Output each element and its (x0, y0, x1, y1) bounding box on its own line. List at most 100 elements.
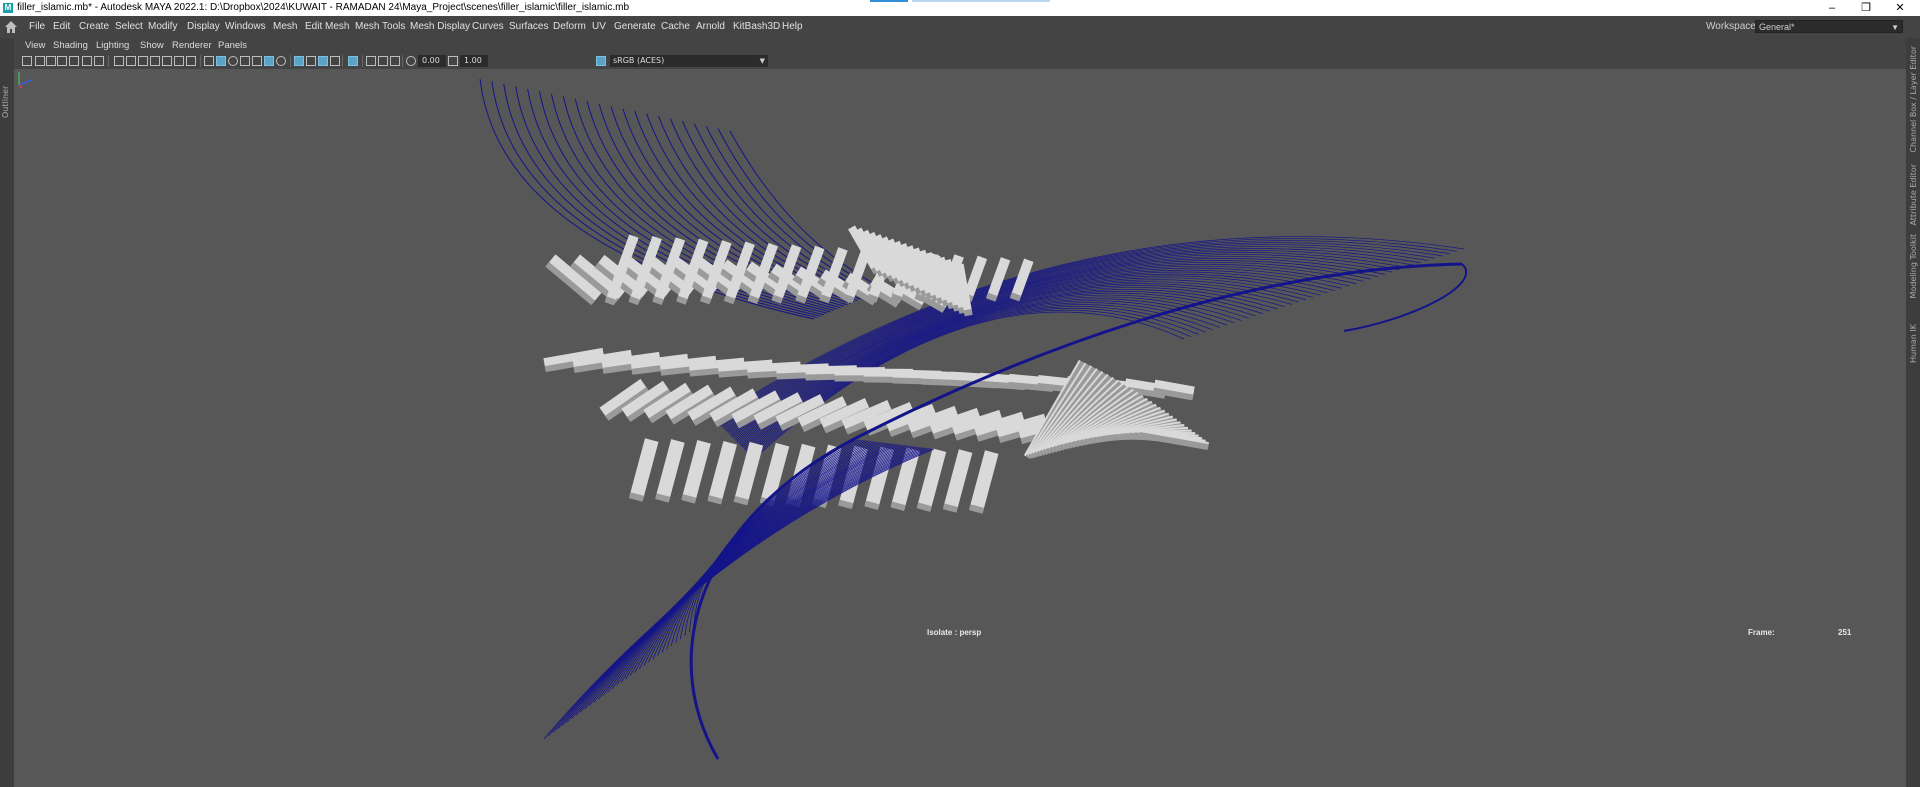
mesh-block (681, 440, 711, 504)
mesh-block (707, 440, 737, 505)
backface-culling-icon[interactable] (330, 56, 340, 66)
wireframe-icon[interactable] (204, 56, 214, 66)
right-tab-strip: Channel Box / Layer Editor Attribute Edi… (1906, 38, 1920, 787)
toolbar-separator (200, 55, 201, 67)
toolbar-separator (290, 55, 291, 67)
menu-uv[interactable]: UV (592, 16, 606, 38)
menu-deform[interactable]: Deform (553, 16, 586, 38)
mesh-block (655, 439, 685, 503)
film-gate-icon[interactable] (126, 56, 136, 66)
heads-up-display-icon[interactable] (366, 56, 376, 66)
axis-gizmo (18, 72, 32, 89)
xray-active-components-icon[interactable] (306, 56, 316, 66)
2d-pan-zoom-icon[interactable] (82, 56, 92, 66)
select-camera-icon[interactable] (22, 56, 32, 66)
panel-menu-lighting[interactable]: Lighting (96, 38, 129, 53)
frame-selection-icon[interactable] (378, 56, 388, 66)
bookmarks-icon[interactable] (46, 56, 56, 66)
exposure-icon[interactable] (406, 56, 416, 66)
xray-icon[interactable] (294, 56, 304, 66)
menu-create[interactable]: Create (79, 16, 109, 38)
smooth-shade-icon[interactable] (216, 56, 226, 66)
curve-line (648, 441, 879, 663)
toolbar-separator (342, 55, 343, 67)
curve-line (1343, 263, 1468, 332)
chevron-down-icon: ▼ (759, 57, 765, 65)
close-button[interactable]: ✕ (1880, 0, 1920, 16)
color-space-value: sRGB (ACES) (613, 56, 665, 65)
main-menu-bar: File Edit Create Select Modify Display W… (0, 16, 1920, 38)
camera-attributes-icon[interactable] (35, 56, 45, 66)
channel-box-tab[interactable]: Channel Box / Layer Editor (1909, 46, 1918, 153)
toolbar-separator (402, 55, 403, 67)
gamma-icon[interactable] (448, 56, 458, 66)
resolution-gate-icon[interactable] (138, 56, 148, 66)
menu-cache[interactable]: Cache (661, 16, 690, 38)
panel-menu-show[interactable]: Show (140, 38, 164, 53)
viewport-toolbar: 0.00 1.00 sRGB (ACES) ▼ (14, 53, 1906, 69)
exposure-field[interactable]: 0.00 (418, 55, 446, 67)
menu-curves[interactable]: Curves (472, 16, 504, 38)
use-all-lights-icon[interactable] (252, 56, 262, 66)
menu-edit-mesh[interactable]: Edit Mesh (305, 16, 349, 38)
menu-edit[interactable]: Edit (53, 16, 70, 38)
menu-kitbash3d[interactable]: KitBash3D (733, 16, 780, 38)
title-highlight-2 (912, 0, 1050, 2)
camera-lock-icon[interactable] (390, 56, 400, 66)
menu-surfaces[interactable]: Surfaces (509, 16, 548, 38)
panel-menu-panels[interactable]: Panels (218, 38, 247, 53)
toolbar-separator (362, 55, 363, 67)
gamma-field[interactable]: 1.00 (460, 55, 488, 67)
field-chart-icon[interactable] (162, 56, 172, 66)
attribute-editor-tab[interactable]: Attribute Editor (1909, 164, 1918, 226)
menu-help[interactable]: Help (782, 16, 803, 38)
screen-space-ao-icon[interactable] (276, 56, 286, 66)
color-management-icon[interactable] (596, 56, 606, 66)
isolate-label: Isolate : persp (927, 628, 982, 637)
viewport-persp[interactable]: Isolate : persp Frame: 251 (14, 69, 1906, 787)
left-tab-strip: Outliner (0, 38, 14, 787)
safe-action-icon[interactable] (174, 56, 184, 66)
workspace-value: General* (1759, 22, 1795, 32)
menu-file[interactable]: File (29, 16, 45, 38)
textured-icon[interactable] (240, 56, 250, 66)
home-icon[interactable] (4, 20, 18, 34)
mesh-block (942, 449, 973, 513)
default-material-icon[interactable] (228, 56, 238, 66)
panel-menu-renderer[interactable]: Renderer (172, 38, 212, 53)
safe-title-icon[interactable] (186, 56, 196, 66)
mesh-block (916, 448, 947, 512)
image-plane-icon[interactable] (69, 56, 79, 66)
modeling-toolkit-tab[interactable]: Modeling Toolkit (1909, 234, 1918, 298)
menu-generate[interactable]: Generate (614, 16, 656, 38)
gate-mask-icon[interactable] (150, 56, 160, 66)
menu-windows[interactable]: Windows (225, 16, 266, 38)
menu-modify[interactable]: Modify (148, 16, 177, 38)
mesh-block (733, 441, 764, 506)
grid-icon[interactable] (114, 56, 124, 66)
panel-menu-shading[interactable]: Shading (53, 38, 88, 53)
menu-mesh-tools[interactable]: Mesh Tools (355, 16, 405, 38)
menu-select[interactable]: Select (115, 16, 143, 38)
menu-display[interactable]: Display (187, 16, 220, 38)
workspace-label: Workspace: (1706, 21, 1759, 32)
menu-arnold[interactable]: Arnold (696, 16, 725, 38)
outliner-tab[interactable]: Outliner (1, 86, 10, 118)
color-space-select[interactable]: sRGB (ACES) ▼ (610, 55, 768, 67)
xray-joints-icon[interactable] (318, 56, 328, 66)
menu-mesh[interactable]: Mesh (273, 16, 297, 38)
grease-pencil-icon[interactable] (94, 56, 104, 66)
workspace-select[interactable]: General* ▼ (1755, 20, 1903, 33)
nurbs-curves-front (543, 262, 1468, 760)
frame-label: Frame: (1748, 628, 1775, 637)
human-ik-tab[interactable]: Human IK (1909, 324, 1918, 363)
maya-app-icon: M (3, 3, 13, 13)
shadows-icon[interactable] (264, 56, 274, 66)
menu-mesh-display[interactable]: Mesh Display (410, 16, 470, 38)
isolate-select-icon[interactable] (348, 56, 358, 66)
panel-menu-view[interactable]: View (25, 38, 45, 53)
title-highlight (870, 0, 908, 2)
bookmark-icon[interactable] (57, 56, 67, 66)
scene-canvas[interactable] (14, 69, 1906, 787)
mesh-block (628, 438, 659, 502)
